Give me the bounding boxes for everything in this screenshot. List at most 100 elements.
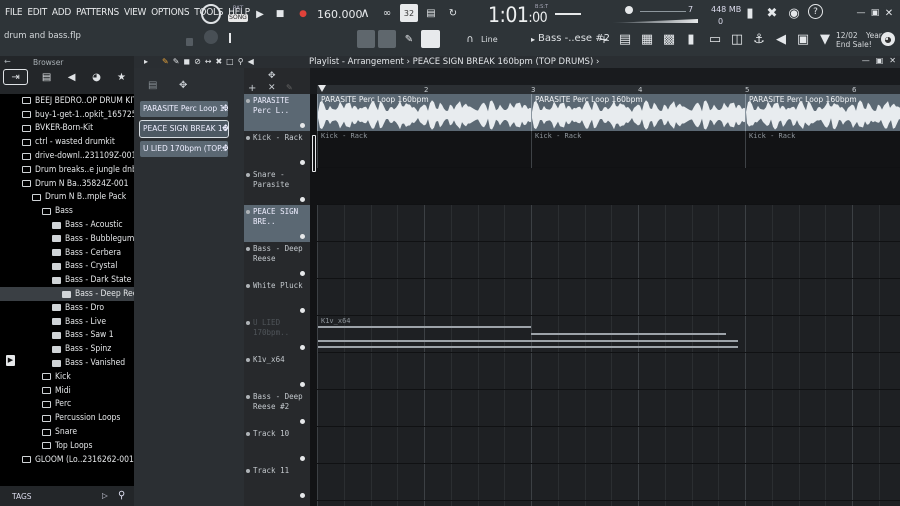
browser-file-item[interactable]: Bass - Crystal	[0, 260, 134, 274]
track-header[interactable]: U LIED 170bpm..	[244, 316, 310, 353]
zoom-tool-icon[interactable]: ⚲	[238, 57, 244, 66]
track-mute-icon[interactable]	[300, 345, 305, 350]
pat-song-toggle[interactable]: PAT SONG	[228, 5, 248, 24]
track-lane[interactable]	[317, 279, 900, 316]
track-mute-icon[interactable]	[300, 234, 305, 239]
track-header[interactable]: PARASITE Perc L..	[244, 94, 310, 131]
tab-all-icon[interactable]: ⇥	[3, 69, 29, 85]
record-icon[interactable]: ●	[294, 5, 312, 23]
track-mute-icon[interactable]	[300, 308, 305, 313]
track-header[interactable]: Kick - Rack	[244, 131, 310, 168]
playlist-maximize-icon[interactable]: ▣	[876, 56, 884, 65]
track-led-icon[interactable]	[246, 469, 250, 473]
picker-move-icon[interactable]: ✥	[179, 80, 187, 91]
track-lane[interactable]	[317, 168, 900, 205]
playlist-window-icon[interactable]: ▤	[616, 30, 634, 48]
browser-folder-item[interactable]: Perc	[0, 398, 134, 412]
pattern-clip[interactable]: Kick - Rack	[531, 131, 745, 168]
browser-file-item[interactable]: Bass - Saw 1	[0, 329, 134, 343]
menu-file[interactable]: FILE	[5, 7, 23, 18]
browser-file-item[interactable]: Bass - Deep Reese	[0, 287, 134, 301]
mixer-icon[interactable]: ▮	[741, 4, 759, 22]
pattern-clip[interactable]: Kick - Rack	[317, 131, 531, 168]
pattern-song-knob[interactable]	[201, 4, 221, 24]
search-icon[interactable]: ⚲	[118, 490, 125, 501]
menu-edit[interactable]: EDIT	[27, 7, 47, 18]
menu-patterns[interactable]: PATTERNS	[76, 7, 119, 18]
picker-add-icon[interactable]: ✥	[222, 144, 228, 154]
filter-icon[interactable]: ▷	[102, 491, 108, 500]
master-volume-slider[interactable]	[555, 13, 581, 15]
audio-clip[interactable]: PARASITE Perc Loop 160bpm	[745, 94, 900, 131]
header-remove-icon[interactable]: ✕	[268, 83, 276, 93]
playlist-menu-icon[interactable]: ▸	[144, 57, 148, 66]
microphone-icon[interactable]: ◉	[785, 4, 803, 22]
select-tool-icon[interactable]: □	[226, 57, 234, 66]
pattern-clip[interactable]: K1v_x64	[317, 316, 747, 353]
track-mute-icon[interactable]	[300, 493, 305, 498]
loop-record-icon[interactable]: ↻	[444, 4, 462, 22]
menu-options[interactable]: OPTIONS	[151, 7, 189, 18]
track-lane[interactable]	[317, 427, 900, 464]
playhead-marker[interactable]	[312, 135, 316, 172]
mute-tool-icon[interactable]: ⊘	[194, 57, 201, 66]
browser-folder-item[interactable]: Drum breaks..e jungle dnb	[0, 163, 134, 177]
playback-tool-icon[interactable]: ◀	[248, 57, 254, 66]
snap-label[interactable]: Line	[481, 35, 498, 44]
track-header[interactable]: Bass - Deep Reese	[244, 242, 310, 279]
track-led-icon[interactable]	[246, 358, 250, 362]
channel-rack-icon[interactable]: ✖	[763, 4, 781, 22]
track-led-icon[interactable]	[246, 173, 250, 177]
header-pencil-icon[interactable]: ✎	[286, 83, 293, 92]
track-led-icon[interactable]	[246, 247, 250, 251]
browser-folder-item[interactable]: Bass	[0, 204, 134, 218]
picker-add-icon[interactable]: ✥	[222, 104, 228, 114]
track-lane[interactable]	[317, 242, 900, 279]
browser-file-item[interactable]: Bass - Acoustic	[0, 218, 134, 232]
wait-input-icon[interactable]: ∞	[378, 4, 396, 22]
link-button[interactable]	[421, 30, 440, 48]
plugin-picker-icon[interactable]: ⚓	[750, 30, 768, 48]
browser-folder-item[interactable]: Top Loops	[0, 439, 134, 453]
song-start-marker[interactable]	[318, 85, 326, 92]
browser-folder-item[interactable]: Midi	[0, 384, 134, 398]
playlist-mode-button[interactable]	[357, 30, 375, 48]
track-mute-icon[interactable]	[300, 160, 305, 165]
track-led-icon[interactable]	[246, 321, 250, 325]
step-edit-icon[interactable]: ▤	[422, 4, 440, 22]
track-led-icon[interactable]	[246, 432, 250, 436]
track-header[interactable]: Track 10	[244, 427, 310, 464]
browser-file-item[interactable]: Bass - Dro	[0, 301, 134, 315]
track-led-icon[interactable]	[246, 284, 250, 288]
magnet-tool-icon[interactable]: ✎	[162, 57, 169, 66]
track-header[interactable]: K1v_x64	[244, 353, 310, 390]
tab-starred-icon[interactable]: ★	[109, 69, 134, 85]
audio-clip[interactable]: PARASITE Perc Loop 160bpm	[531, 94, 746, 131]
track-lane[interactable]	[317, 390, 900, 427]
picker-add-icon[interactable]: ✥	[222, 124, 228, 134]
browser-folder-item[interactable]: buy-1-get-1..opkit_165725	[0, 108, 134, 122]
track-mute-icon[interactable]	[300, 123, 305, 128]
track-header[interactable]: White Pluck	[244, 279, 310, 316]
browser-folder-item[interactable]: Drum N B..mple Pack	[0, 191, 134, 205]
arrangement-grid[interactable]: PARASITE Perc Loop 160bpm PARASITE Perc L…	[317, 94, 900, 506]
playlist-minimize-icon[interactable]: —	[862, 56, 870, 65]
arrangement-arrow-icon[interactable]: ›	[596, 57, 599, 67]
pitch-icon[interactable]	[625, 6, 633, 14]
track-mute-icon[interactable]	[300, 456, 305, 461]
track-lane[interactable]	[317, 205, 900, 242]
paint-tool-icon[interactable]: ✎	[173, 57, 180, 66]
menu-add[interactable]: ADD	[52, 7, 71, 18]
news-panel[interactable]: 12/02 Year End Sale!	[836, 31, 882, 49]
mixer-window-icon[interactable]: ▮	[682, 30, 700, 48]
arrangement-name[interactable]: PEACE SIGN BREAK 160bpm (TOP DRUMS)	[413, 57, 594, 67]
browser-file-item[interactable]: Bass - Bubblegum	[0, 232, 134, 246]
collapse-arrow-icon[interactable]: ▶	[6, 355, 15, 366]
play-icon[interactable]: ▶	[251, 5, 269, 23]
close-icon[interactable]: ✕	[880, 4, 898, 22]
browser-folder-item[interactable]: Percussion Loops	[0, 411, 134, 425]
countdown-icon[interactable]: 32	[400, 4, 418, 22]
tags-label[interactable]: TAGS	[12, 492, 32, 501]
main-volume-knob[interactable]	[204, 30, 218, 44]
browser-back-icon[interactable]: ←	[4, 57, 11, 66]
